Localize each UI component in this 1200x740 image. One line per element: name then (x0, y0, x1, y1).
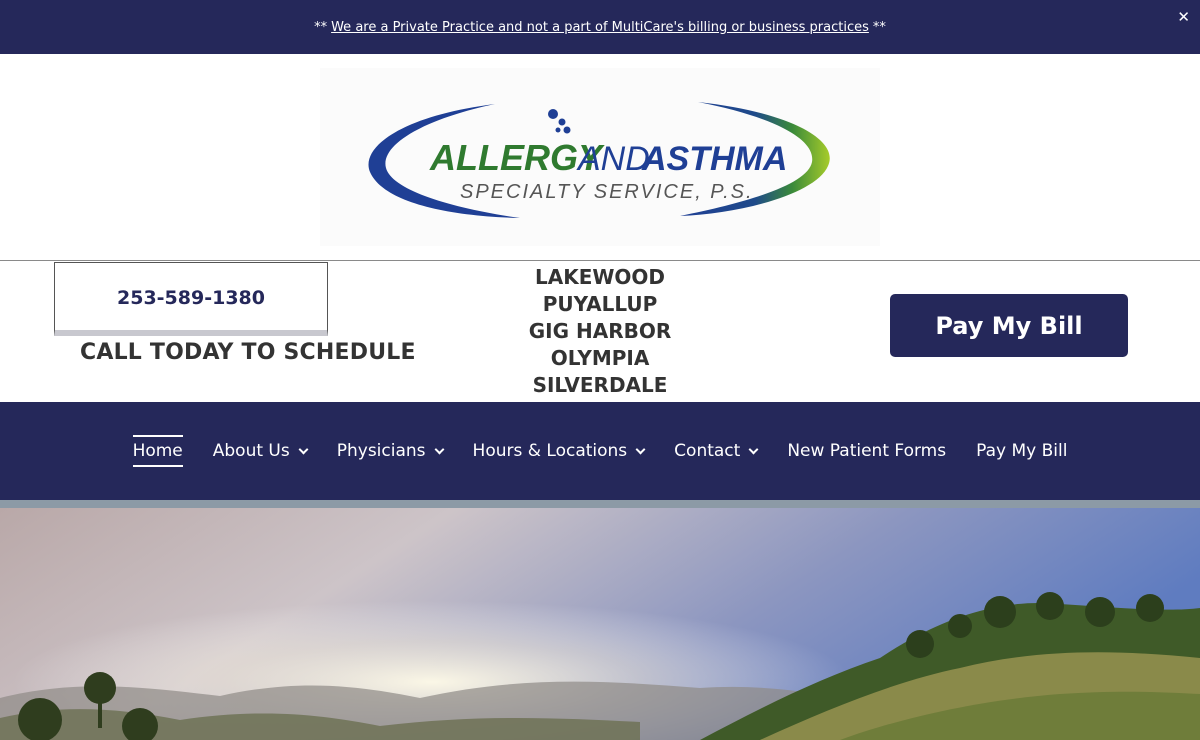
nav-item-home[interactable]: Home (132, 435, 183, 467)
announcement-bar: ** We are a Private Practice and not a p… (0, 0, 1200, 54)
site-logo[interactable]: ALLERGY AND ASTHMA SPECIALTY SERVICE, P.… (320, 68, 880, 246)
announcement-prefix: ** (314, 19, 328, 35)
nav-item-label: Physicians (336, 441, 426, 461)
logo-text-subtitle: SPECIALTY SERVICE, P.S. (460, 181, 754, 203)
hero-image (0, 500, 1200, 740)
nav-item-label: Contact (674, 441, 741, 461)
nav-item-label: About Us (212, 441, 290, 461)
chevron-down-icon (298, 444, 309, 454)
location-item: GIG HARBOR (528, 319, 672, 343)
location-item: LAKEWOOD (534, 265, 666, 289)
phone-number: 253-589-1380 (117, 286, 265, 309)
location-item: OLYMPIA (550, 346, 650, 370)
header-divider (0, 260, 1200, 261)
nav-item-contact[interactable]: Contact (674, 435, 759, 467)
announcement-link[interactable]: We are a Private Practice and not a part… (331, 20, 869, 35)
call-to-action: CALL TODAY TO SCHEDULE (80, 340, 416, 365)
chevron-down-icon (635, 444, 646, 454)
chevron-down-icon (748, 444, 759, 454)
nav-item-pay-my-bill[interactable]: Pay My Bill (976, 435, 1067, 467)
main-navigation: Home About Us Physicians Hours & Locatio… (0, 402, 1200, 500)
announcement-suffix: ** (872, 19, 886, 35)
nav-item-label: Hours & Locations (472, 441, 628, 461)
nav-item-hours-locations[interactable]: Hours & Locations (472, 435, 646, 467)
locations-list: LAKEWOOD PUYALLUP GIG HARBOR OLYMPIA SIL… (480, 264, 720, 399)
location-item: SILVERDALE (532, 373, 668, 397)
close-icon[interactable]: ✕ (1177, 8, 1190, 26)
phone-button[interactable]: 253-589-1380 (54, 262, 328, 336)
nav-item-physicians[interactable]: Physicians (336, 435, 444, 467)
nav-item-new-patient-forms[interactable]: New Patient Forms (787, 435, 946, 467)
nav-item-label: Home (132, 441, 183, 461)
logo-text-asthma: ASTHMA (641, 140, 787, 178)
nav-item-about-us[interactable]: About Us (212, 435, 309, 467)
nav-item-label: Pay My Bill (976, 441, 1068, 461)
nav-item-label: New Patient Forms (787, 441, 947, 461)
location-item: PUYALLUP (542, 292, 658, 316)
pay-my-bill-button[interactable]: Pay My Bill (890, 294, 1128, 357)
logo-text-and: AND (576, 140, 650, 178)
chevron-down-icon (434, 444, 444, 454)
